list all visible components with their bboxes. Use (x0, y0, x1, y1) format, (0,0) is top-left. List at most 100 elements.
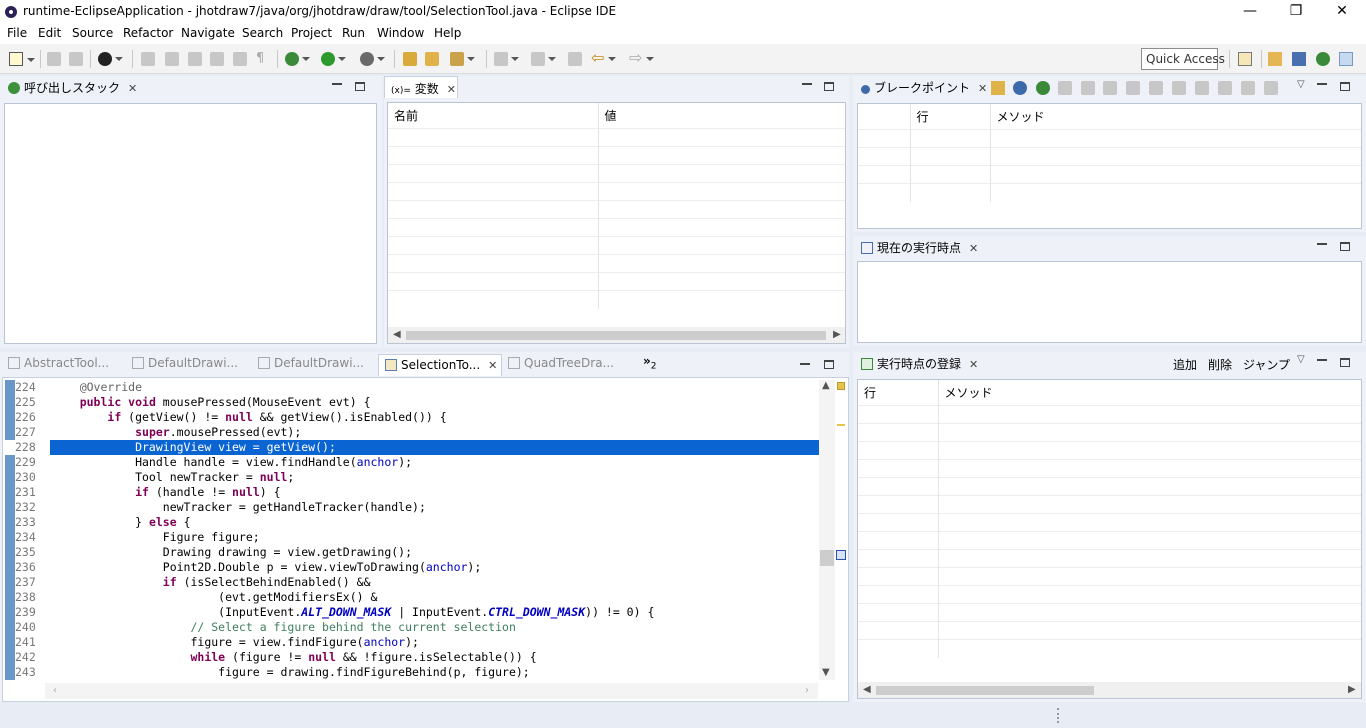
last-edit-icon[interactable] (568, 52, 582, 66)
scroll-thumb[interactable] (876, 686, 1094, 695)
next-annotation-icon[interactable] (494, 52, 519, 66)
open-folder-icon[interactable] (991, 81, 1005, 95)
menu-run[interactable]: Run (342, 26, 365, 40)
step-over-icon[interactable] (1081, 81, 1095, 95)
code-line[interactable]: 225 public void mousePressed(MouseEvent … (3, 395, 823, 410)
git-perspective-icon[interactable] (1292, 52, 1306, 66)
maximize-icon[interactable] (1340, 242, 1350, 251)
scroll-down-icon[interactable]: ▼ (822, 667, 830, 678)
horizontal-scrollbar[interactable]: ◀ ▶ (388, 327, 845, 343)
close-icon[interactable]: ✕ (128, 82, 137, 95)
current-line-marker-icon[interactable] (836, 550, 846, 560)
minimize-icon[interactable] (1317, 243, 1327, 245)
view-menu-icon[interactable]: ▽ (1297, 79, 1305, 90)
menu-edit[interactable]: Edit (38, 26, 61, 40)
column-blank[interactable] (858, 104, 911, 130)
code-line[interactable]: 232 newTracker = getHandleTracker(handle… (3, 500, 823, 515)
debug-icon[interactable] (285, 52, 310, 66)
minimize-icon[interactable] (332, 83, 342, 85)
new-icon[interactable] (9, 52, 35, 66)
add-button[interactable]: 追加 (1173, 356, 1197, 373)
search-tool-icon[interactable] (450, 52, 475, 66)
show-whitespace-icon[interactable] (233, 52, 247, 66)
jump-button[interactable]: ジャンプ (1243, 356, 1290, 373)
maximize-icon[interactable] (355, 82, 365, 91)
code-line[interactable]: 236 Point2D.Double p = view.viewToDrawin… (3, 560, 823, 575)
view-menu-icon[interactable]: ▽ (1297, 354, 1305, 365)
run-external-icon[interactable] (360, 52, 385, 66)
code-line-selected[interactable]: 228 DrawingView view = getView(); (3, 440, 823, 455)
scroll-thumb[interactable] (820, 550, 834, 566)
maximize-icon[interactable] (824, 360, 834, 369)
drop-frame-icon[interactable] (1241, 81, 1255, 95)
tab-callstack[interactable]: 呼び出しスタック ✕ (2, 76, 137, 98)
editor-tab-defaultdrawing-1[interactable]: DefaultDrawi... (132, 356, 238, 370)
minimize-button[interactable]: — (1227, 0, 1273, 24)
menu-navigate[interactable]: Navigate (181, 26, 235, 40)
menu-source[interactable]: Source (72, 26, 113, 40)
step-return-icon[interactable] (1103, 81, 1117, 95)
code-line[interactable]: 226 if (getView() != null && getView().i… (3, 410, 823, 425)
tab-overflow-button[interactable]: »2 (643, 354, 657, 371)
back-icon[interactable]: ⇦ (591, 50, 616, 66)
back-step-icon[interactable] (1195, 81, 1209, 95)
save-all-icon[interactable] (69, 52, 83, 66)
code-line[interactable]: 234 Figure figure; (3, 530, 823, 545)
run-icon[interactable] (321, 52, 346, 66)
restore-button[interactable]: ❐ (1273, 0, 1319, 24)
scroll-left-icon[interactable]: ◀ (863, 684, 871, 695)
minimize-icon[interactable] (802, 83, 812, 85)
warning-marker-icon[interactable] (837, 382, 845, 390)
code-line[interactable]: 242 while (figure != null && !figure.isS… (3, 650, 823, 665)
scroll-right-icon[interactable]: ▶ (1348, 684, 1356, 695)
vertical-scrollbar[interactable]: ▲ ▼ (819, 380, 835, 680)
menu-refactor[interactable]: Refactor (123, 26, 173, 40)
tab-registry[interactable]: 実行時点の登録 ✕ (855, 352, 985, 374)
layout-perspective-icon[interactable] (1339, 52, 1353, 66)
menu-window[interactable]: Window (377, 26, 424, 40)
delete-button[interactable]: 削除 (1208, 356, 1232, 373)
step-icon[interactable] (188, 52, 202, 66)
scroll-right-icon[interactable]: › (805, 685, 809, 696)
use-step-filters-icon[interactable] (1264, 81, 1278, 95)
tab-current-point[interactable]: 現在の実行時点 ✕ (855, 236, 985, 258)
resume-icon[interactable] (1172, 81, 1186, 95)
link-breakpoints-icon[interactable] (1013, 81, 1027, 95)
tab-variables[interactable]: (x)= 変数 ✕ (384, 76, 458, 98)
column-method[interactable]: メソッド (938, 380, 1361, 406)
open-type-icon[interactable] (403, 52, 417, 66)
menu-help[interactable]: Help (434, 26, 461, 40)
menu-search[interactable]: Search (242, 26, 283, 40)
close-icon[interactable]: ✕ (488, 359, 497, 372)
code-editor[interactable]: 224 @Override 225 public void mousePress… (2, 377, 849, 702)
scroll-right-icon[interactable]: ▶ (833, 329, 841, 340)
menu-file[interactable]: File (7, 26, 27, 40)
maximize-icon[interactable] (824, 82, 834, 91)
close-button[interactable]: ✕ (1319, 0, 1365, 24)
horizontal-scrollbar[interactable]: ◀ ▶ (858, 682, 1361, 698)
code-line[interactable]: 239 (InputEvent.ALT_DOWN_MASK | InputEve… (3, 605, 823, 620)
code-line[interactable]: 224 @Override (3, 380, 823, 395)
prev-annotation-icon[interactable] (531, 52, 556, 66)
reverse-icon[interactable] (1218, 81, 1232, 95)
debug-perspective-icon[interactable] (1316, 52, 1330, 66)
toggle-breakpoint-icon[interactable] (141, 52, 155, 66)
menu-project[interactable]: Project (291, 26, 332, 40)
horizontal-scrollbar[interactable]: ‹ › (45, 683, 818, 699)
scroll-up-icon[interactable]: ▲ (822, 380, 830, 391)
pilcrow-icon[interactable]: ¶ (256, 52, 270, 66)
code-line[interactable]: 233 } else { (3, 515, 823, 530)
close-icon[interactable]: ✕ (447, 83, 456, 96)
minimize-icon[interactable] (1317, 83, 1327, 85)
open-folder-icon[interactable] (425, 52, 439, 66)
code-line[interactable]: 243 figure = drawing.findFigureBehind(p,… (3, 665, 823, 680)
save-icon[interactable] (47, 52, 61, 66)
column-name[interactable]: 名前 (388, 103, 599, 129)
maximize-icon[interactable] (1340, 82, 1350, 91)
code-line[interactable]: 235 Drawing drawing = view.getDrawing(); (3, 545, 823, 560)
close-icon[interactable]: ✕ (969, 242, 978, 255)
code-line[interactable]: 240 // Select a figure behind the curren… (3, 620, 823, 635)
step-into-icon[interactable] (1058, 81, 1072, 95)
column-value[interactable]: 値 (598, 103, 845, 129)
forward-icon[interactable]: ⇨ (629, 50, 654, 66)
